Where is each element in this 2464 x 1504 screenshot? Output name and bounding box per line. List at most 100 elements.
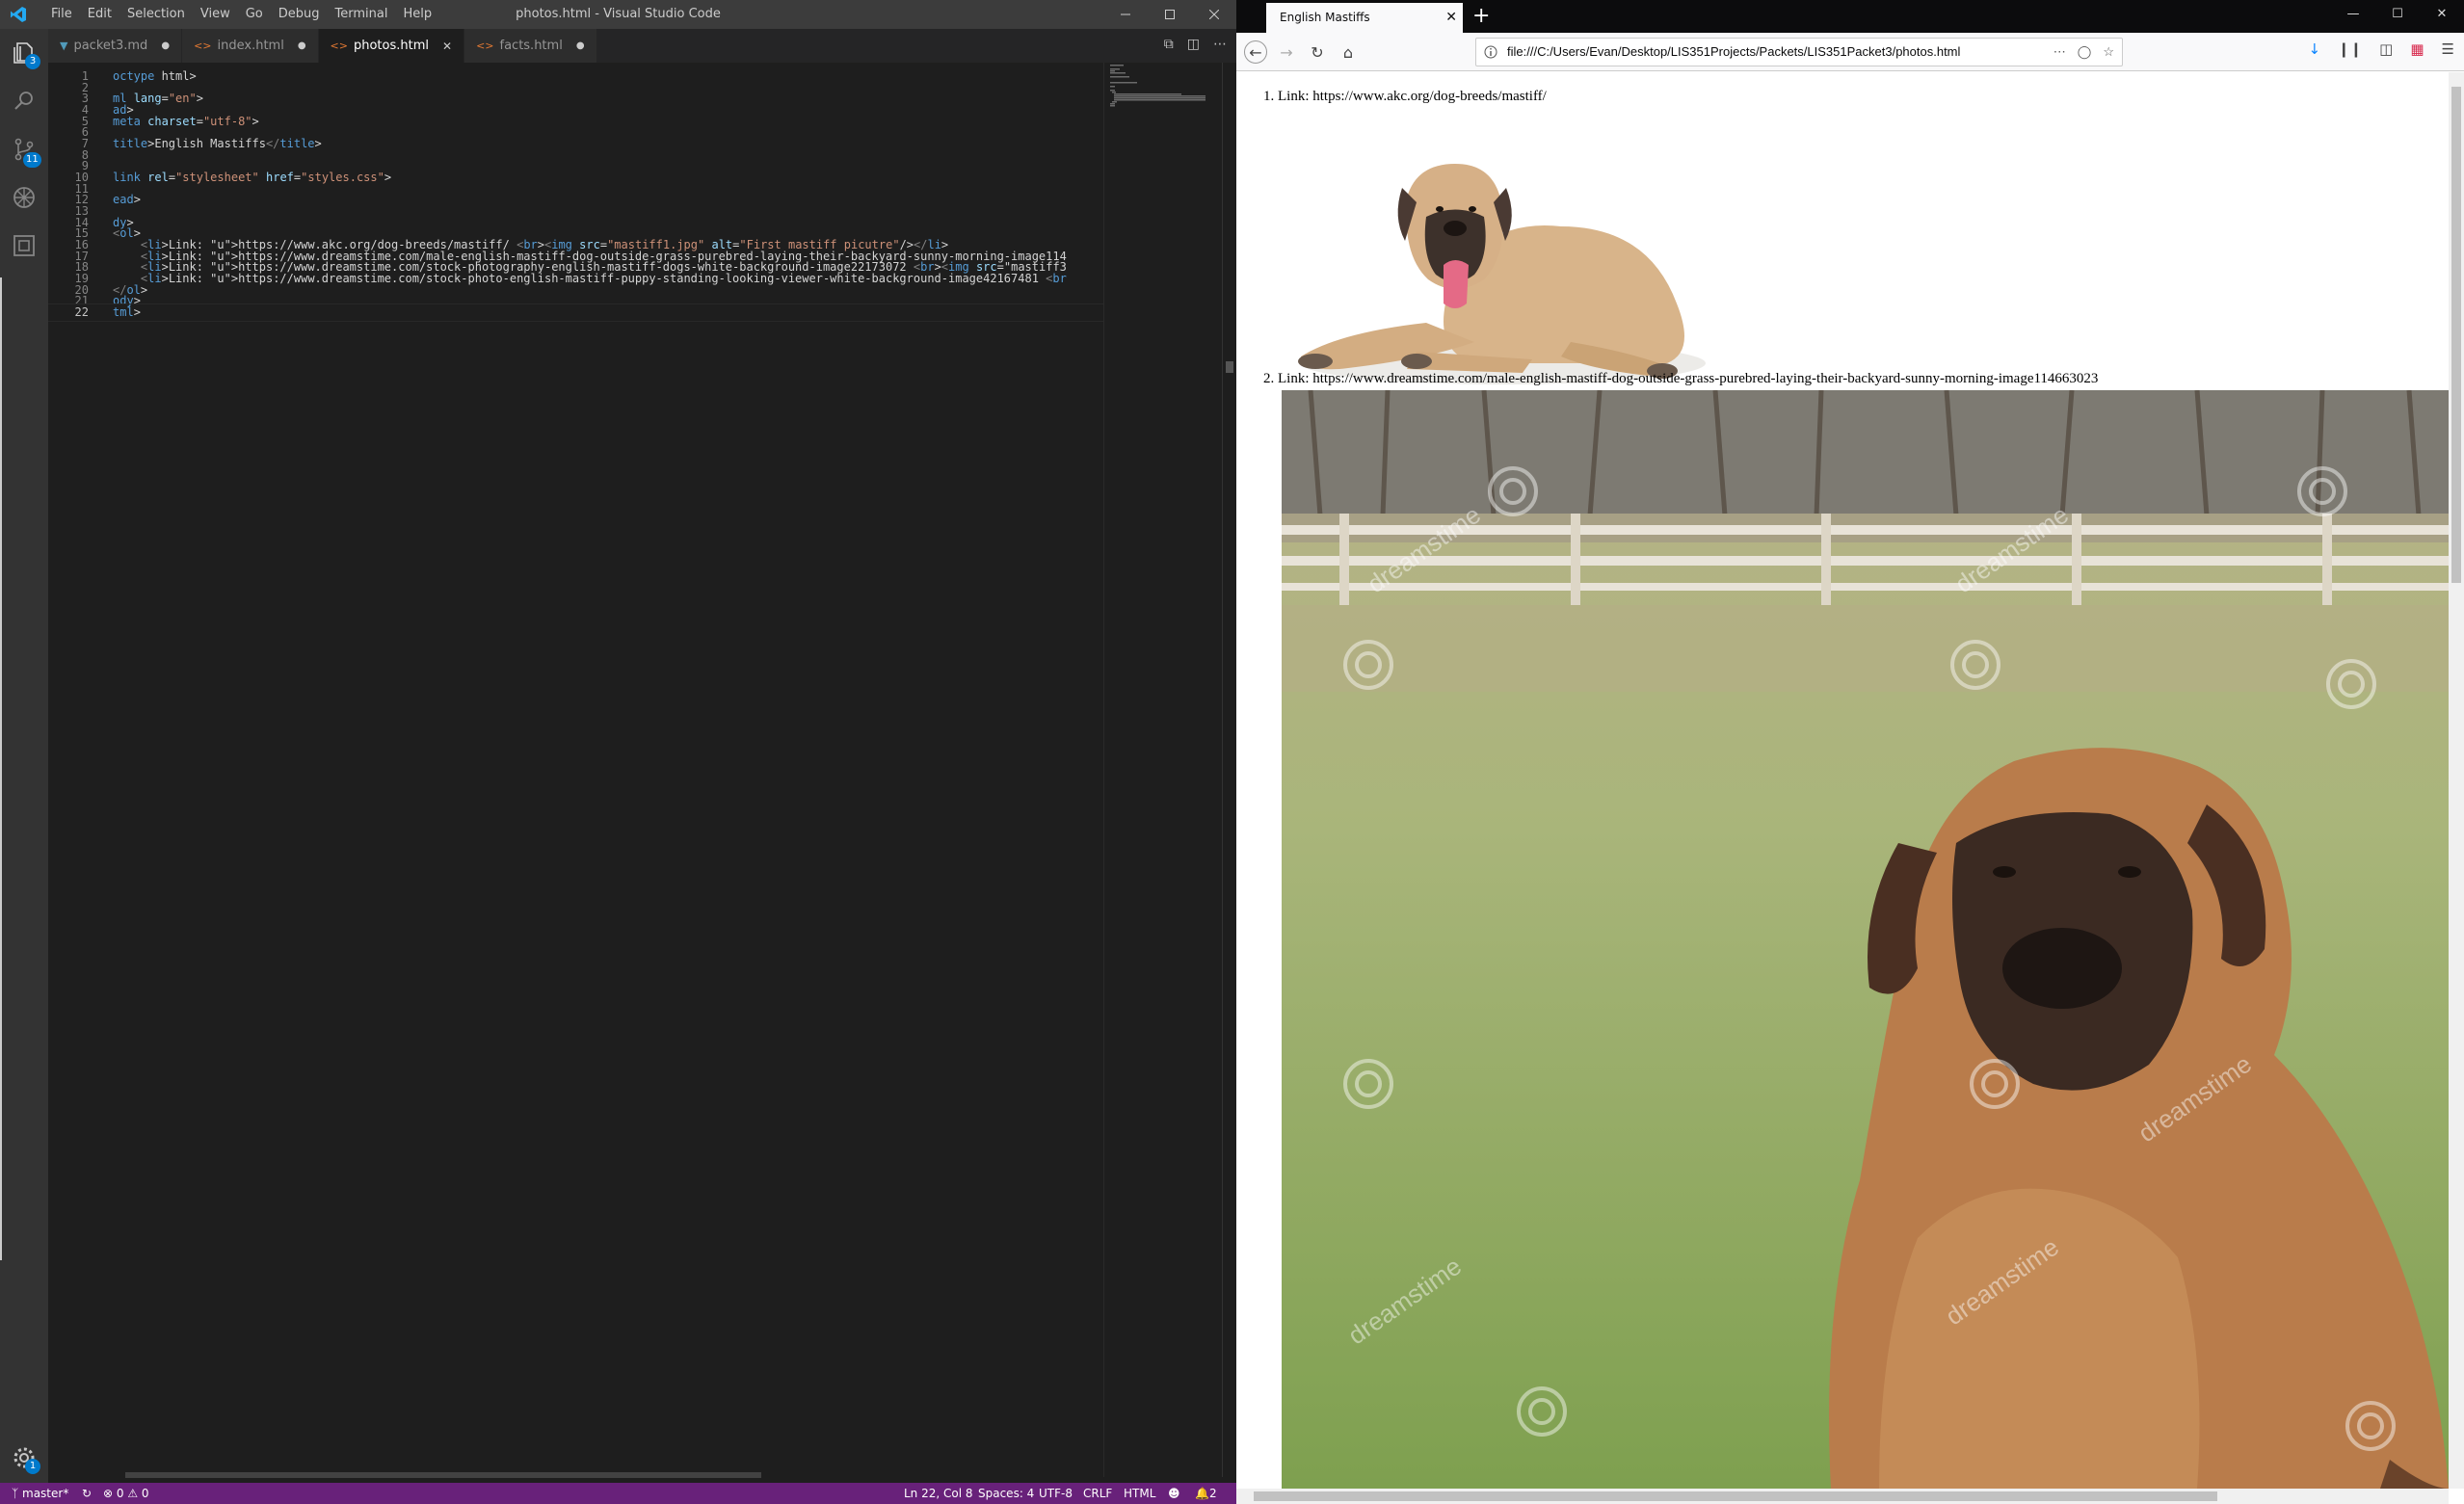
settings-gear-icon[interactable]: 1 bbox=[12, 1445, 40, 1474]
tab-facts-html[interactable]: <> facts.html ● bbox=[464, 29, 597, 63]
menu-debug[interactable]: Debug bbox=[271, 0, 328, 29]
modified-dot-icon: ● bbox=[297, 40, 306, 51]
html-icon: <> bbox=[330, 40, 348, 52]
tab-photos-html[interactable]: <> photos.html ✕ bbox=[318, 29, 465, 63]
html-icon: <> bbox=[194, 40, 212, 52]
url-text: file:///C:/Users/Evan/Desktop/LIS351Proj… bbox=[1507, 44, 1961, 59]
close-icon[interactable]: ✕ bbox=[2420, 0, 2464, 33]
maximize-icon[interactable]: ☐ bbox=[2375, 0, 2420, 33]
debug-icon[interactable] bbox=[12, 185, 37, 210]
modified-dot-icon: ● bbox=[161, 40, 171, 51]
mastiff-photo-2: dreamstime dreamstime dreamstime dreamst… bbox=[1282, 390, 2449, 1489]
bookmark-star-icon[interactable]: ☆ bbox=[2103, 39, 2114, 66]
maximize-icon[interactable] bbox=[1148, 0, 1192, 29]
browser-tab-english-mastiffs[interactable]: English Mastiffs ✕ bbox=[1266, 3, 1463, 33]
tab-label: photos.html bbox=[353, 39, 429, 53]
code-editor[interactable]: 1 octype html> 2 3 ml lang="en"> 4 ad> 5 meta ch… bbox=[48, 63, 1103, 1477]
close-tab-icon[interactable]: ✕ bbox=[442, 40, 452, 53]
problems-status[interactable]: ⊗ 0 ⚠ 0 bbox=[103, 1483, 149, 1504]
list-item-2: 2. Link: https://www.dreamstime.com/male… bbox=[1263, 371, 2099, 386]
code-text: tml> bbox=[113, 304, 141, 319]
window-controls bbox=[1103, 0, 1236, 29]
browser-toolbar-icons: ↓ ❙❙ ◫ ▦ ☰ bbox=[2308, 40, 2454, 58]
menu-view[interactable]: View bbox=[193, 0, 238, 29]
vscode-titlebar: File Edit Selection View Go Debug Termin… bbox=[0, 0, 1236, 29]
downloads-icon[interactable]: ↓ bbox=[2308, 40, 2320, 58]
page-vertical-scrollbar[interactable] bbox=[2449, 72, 2464, 1489]
editor-vertical-scrollbar[interactable] bbox=[1222, 63, 1235, 1477]
tab-label: facts.html bbox=[499, 39, 563, 53]
branch-status[interactable]: ᛉ master* bbox=[12, 1483, 68, 1504]
tab-label: packet3.md bbox=[73, 39, 148, 53]
menu-bar: File Edit Selection View Go Debug Termin… bbox=[43, 0, 439, 29]
source-control-badge: 11 bbox=[23, 152, 41, 168]
cursor-position[interactable]: Ln 22, Col 8 bbox=[904, 1483, 973, 1504]
vscode-window: File Edit Selection View Go Debug Termin… bbox=[0, 0, 1236, 1504]
editor-horizontal-scrollbar[interactable] bbox=[125, 1472, 761, 1478]
markdown-icon: ▼ bbox=[60, 40, 68, 52]
new-tab-plus-icon[interactable]: + bbox=[1472, 0, 1490, 33]
firefox-window-controls: — ☐ ✕ bbox=[2331, 0, 2464, 33]
reload-icon[interactable]: ↻ bbox=[1306, 40, 1329, 64]
tab-packet3-md[interactable]: ▼ packet3.md ● bbox=[48, 29, 183, 63]
list-item-1: 1. Link: https://www.akc.org/dog-breeds/… bbox=[1263, 89, 1547, 104]
open-preview-icon[interactable]: ⧉ bbox=[1164, 37, 1174, 52]
close-icon[interactable] bbox=[1192, 0, 1236, 29]
firefox-window: English Mastiffs ✕ + — ☐ ✕ ← → ↻ ⌂ file:… bbox=[1236, 0, 2464, 1504]
split-editor-icon[interactable]: ◫ bbox=[1187, 37, 1200, 52]
menu-file[interactable]: File bbox=[43, 0, 80, 29]
sidebar-icon[interactable]: ◫ bbox=[2379, 40, 2393, 58]
page-content: 1. Link: https://www.akc.org/dog-breeds/… bbox=[1236, 72, 2449, 1489]
explorer-icon[interactable]: 3 bbox=[12, 40, 40, 69]
vscode-logo-icon bbox=[10, 6, 27, 23]
menu-go[interactable]: Go bbox=[238, 0, 271, 29]
menu-help[interactable]: Help bbox=[395, 0, 439, 29]
activity-bar: 3 11 1 bbox=[0, 29, 48, 1483]
home-icon[interactable]: ⌂ bbox=[1337, 40, 1360, 64]
minimize-icon[interactable] bbox=[1103, 0, 1148, 29]
search-icon[interactable] bbox=[12, 89, 37, 114]
explorer-badge: 3 bbox=[25, 54, 40, 69]
modified-dot-icon: ● bbox=[575, 40, 585, 51]
forward-arrow-icon[interactable]: → bbox=[1275, 40, 1298, 64]
minimap[interactable] bbox=[1103, 63, 1219, 1477]
line-number: 22 bbox=[74, 304, 89, 319]
pocket-icon[interactable]: ◯ bbox=[2078, 39, 2092, 66]
code-line[interactable]: 22 tml> bbox=[48, 303, 1103, 322]
feedback-smiley-icon[interactable]: ☻ bbox=[1168, 1483, 1180, 1504]
eol-status[interactable]: CRLF bbox=[1083, 1483, 1112, 1504]
status-bar: ᛉ master* ↻ ⊗ 0 ⚠ 0 Ln 22, Col 8 Spaces:… bbox=[0, 1483, 1236, 1504]
address-bar[interactable]: file:///C:/Users/Evan/Desktop/LIS351Proj… bbox=[1475, 38, 2123, 66]
editor-actions: ⧉ ◫ ⋯ bbox=[1164, 37, 1227, 52]
browser-tab-title: English Mastiffs bbox=[1280, 11, 1370, 24]
menu-terminal[interactable]: Terminal bbox=[328, 0, 396, 29]
menu-selection[interactable]: Selection bbox=[119, 0, 193, 29]
navigation-toolbar: ← → ↻ ⌂ file:///C:/Users/Evan/Desktop/LI… bbox=[1236, 33, 2464, 71]
minimize-icon[interactable]: — bbox=[2331, 0, 2375, 33]
page-horizontal-scrollbar[interactable] bbox=[1236, 1489, 2449, 1504]
page-actions-icon[interactable]: ⋯ bbox=[2053, 39, 2066, 66]
tab-index-html[interactable]: <> index.html ● bbox=[182, 29, 319, 63]
notifications-status[interactable]: 🔔2 bbox=[1195, 1483, 1217, 1504]
extensions-icon[interactable] bbox=[12, 233, 37, 258]
indentation-status[interactable]: Spaces: 4 bbox=[978, 1483, 1034, 1504]
close-tab-icon[interactable]: ✕ bbox=[1445, 3, 1457, 33]
sync-icon[interactable]: ↻ bbox=[82, 1483, 92, 1504]
library-icon[interactable]: ❙❙ bbox=[2338, 40, 2362, 58]
hamburger-menu-icon[interactable]: ☰ bbox=[2442, 40, 2454, 58]
back-arrow-icon[interactable]: ← bbox=[1244, 40, 1267, 64]
activity-active-indicator bbox=[0, 277, 2, 1260]
html-icon: <> bbox=[476, 40, 494, 52]
source-control-icon[interactable]: 11 bbox=[12, 137, 41, 168]
extension-icon[interactable]: ▦ bbox=[2410, 40, 2424, 58]
info-icon[interactable] bbox=[1484, 45, 1497, 59]
more-actions-icon[interactable]: ⋯ bbox=[1213, 37, 1227, 52]
menu-edit[interactable]: Edit bbox=[80, 0, 119, 29]
encoding-status[interactable]: UTF-8 bbox=[1039, 1483, 1073, 1504]
current-line-highlight bbox=[48, 303, 1103, 322]
url-actions: ⋯ ◯ ☆ bbox=[2053, 39, 2114, 66]
editor-tabs: ▼ packet3.md ● <> index.html ● <> photos… bbox=[48, 29, 1236, 63]
settings-badge: 1 bbox=[25, 1459, 40, 1474]
mastiff-photo-1 bbox=[1282, 111, 1744, 390]
language-mode[interactable]: HTML bbox=[1124, 1483, 1155, 1504]
